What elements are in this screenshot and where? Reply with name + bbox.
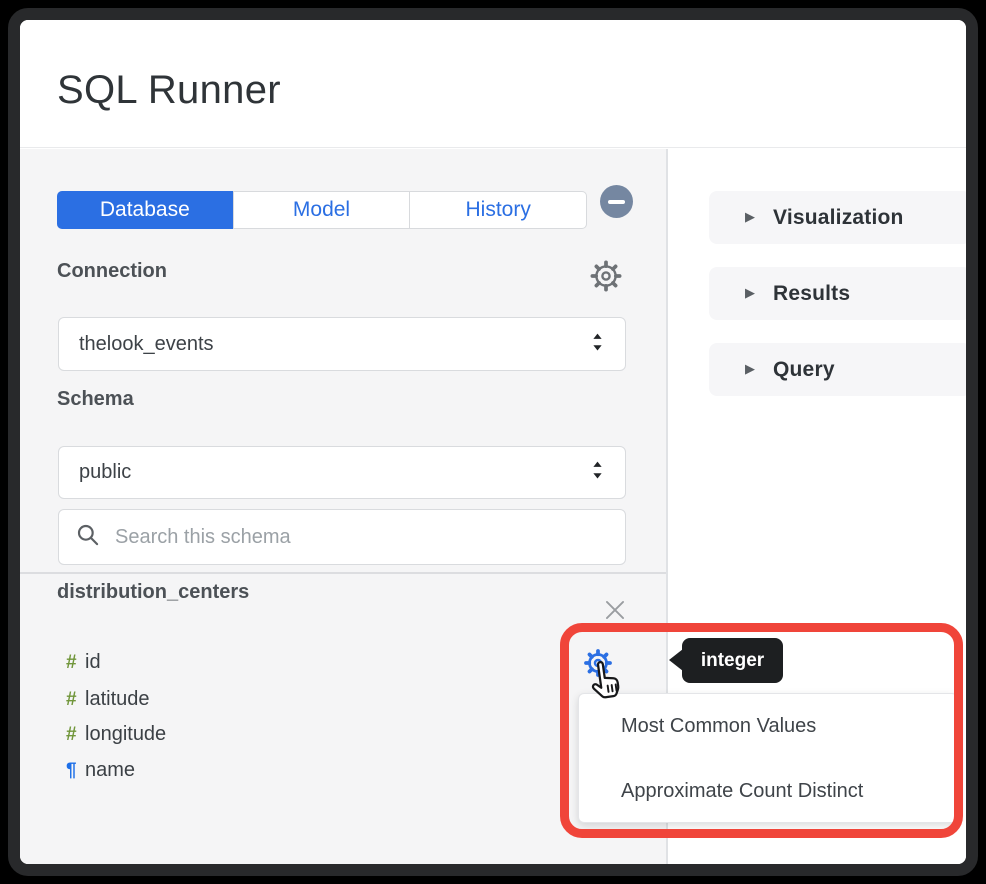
numeric-type-icon: # <box>66 652 85 674</box>
field-name: latitude <box>85 688 150 711</box>
field-row-name[interactable]: ¶ name <box>66 757 135 784</box>
field-row-id[interactable]: # id <box>66 649 101 676</box>
section-label: Visualization <box>773 206 904 230</box>
menu-item-most-common-values[interactable]: Most Common Values <box>579 694 957 759</box>
chevron-right-icon: ▶ <box>745 362 755 377</box>
section-label: Query <box>773 358 835 382</box>
schema-select[interactable]: public <box>58 446 626 499</box>
text-type-icon: ¶ <box>66 760 85 782</box>
header: SQL Runner <box>20 20 966 148</box>
section-visualization[interactable]: ▶ Visualization <box>709 191 971 244</box>
tab-model[interactable]: Model <box>233 192 410 228</box>
tab-group: Database Model History <box>57 191 587 229</box>
tooltip-arrow <box>669 649 683 671</box>
field-name: id <box>85 651 101 674</box>
connection-value: thelook_events <box>79 333 214 356</box>
field-name: longitude <box>85 723 166 746</box>
chevron-right-icon: ▶ <box>745 286 755 301</box>
field-name: name <box>85 759 135 782</box>
section-label: Results <box>773 282 850 306</box>
chevron-right-icon: ▶ <box>745 210 755 225</box>
main-area: Database Model History Connection <box>20 149 966 864</box>
tab-database[interactable]: Database <box>57 191 233 229</box>
close-icon[interactable] <box>600 595 630 625</box>
numeric-type-icon: # <box>66 724 85 746</box>
section-results[interactable]: ▶ Results <box>709 267 971 320</box>
connection-label: Connection <box>57 260 167 283</box>
type-tooltip: integer <box>682 638 783 683</box>
search-input[interactable] <box>115 526 595 549</box>
page-title: SQL Runner <box>57 68 281 113</box>
collapse-panel-button[interactable] <box>600 185 633 218</box>
schema-search-box[interactable] <box>58 509 626 565</box>
schema-value: public <box>79 461 131 484</box>
table-name: distribution_centers <box>57 581 249 604</box>
minus-icon <box>608 200 625 204</box>
section-query[interactable]: ▶ Query <box>709 343 971 396</box>
numeric-type-icon: # <box>66 689 85 711</box>
connection-settings-gear-icon[interactable] <box>590 260 622 297</box>
field-context-menu: Most Common Values Approximate Count Dis… <box>578 693 958 823</box>
panel-divider <box>20 572 666 574</box>
search-icon <box>75 522 101 553</box>
connection-select[interactable]: thelook_events <box>58 317 626 371</box>
left-panel: Database Model History Connection <box>20 149 668 864</box>
sql-runner-window: SQL Runner Database Model History Connec… <box>8 8 978 876</box>
menu-item-approximate-count-distinct[interactable]: Approximate Count Distinct <box>579 759 957 824</box>
field-row-longitude[interactable]: # longitude <box>66 721 166 748</box>
tooltip-text: integer <box>701 650 764 672</box>
updown-arrows-icon <box>590 331 605 358</box>
updown-arrows-icon <box>590 459 605 486</box>
tab-history[interactable]: History <box>409 192 586 228</box>
hand-cursor-icon <box>584 654 632 706</box>
schema-label: Schema <box>57 388 134 411</box>
field-row-latitude[interactable]: # latitude <box>66 686 150 713</box>
